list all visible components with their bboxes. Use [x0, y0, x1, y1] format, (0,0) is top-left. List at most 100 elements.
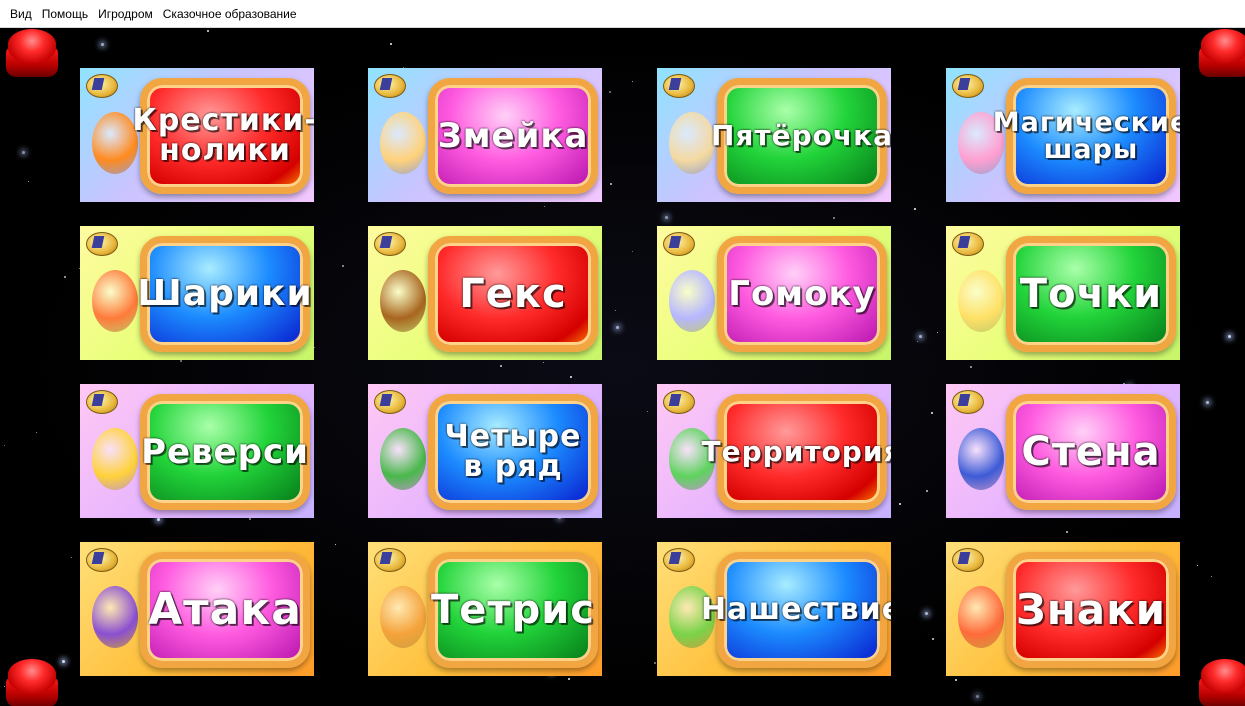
game-title: Магические шары — [992, 107, 1180, 165]
star — [207, 30, 209, 32]
star — [917, 341, 918, 342]
publisher-logo-icon — [952, 232, 984, 256]
game-title: Крестики- нолики — [132, 103, 314, 168]
star — [335, 544, 336, 545]
star — [64, 276, 66, 278]
game-tile-five-in-row[interactable]: Пятёрочка — [657, 68, 891, 202]
publisher-logo-icon — [374, 74, 406, 98]
corner-red-button-bottom-right — [1199, 659, 1245, 706]
game-tile-dots[interactable]: Точки — [946, 226, 1180, 360]
publisher-logo-icon — [663, 232, 695, 256]
star — [1206, 401, 1209, 404]
star — [610, 183, 612, 185]
star — [4, 445, 5, 446]
game-menu-stage: Крестики- нолики Змейка Пятёрочка Магически… — [0, 29, 1245, 706]
game-title: Реверси — [141, 432, 309, 472]
publisher-logo-icon — [86, 74, 118, 98]
star — [833, 217, 835, 219]
game-tile-balls[interactable]: Шарики — [80, 226, 314, 360]
corner-red-button-bottom-left — [6, 659, 58, 706]
cartoon-character-icon — [958, 270, 1004, 332]
menu-item-help[interactable]: Помощь — [38, 7, 94, 21]
cartoon-character-icon — [958, 428, 1004, 490]
star — [919, 335, 922, 338]
star — [632, 251, 633, 252]
star — [36, 432, 37, 433]
star — [616, 326, 619, 329]
menu-item-view[interactable]: Вид — [6, 7, 38, 21]
cartoon-character-icon — [669, 112, 715, 174]
cartoon-character-icon — [380, 586, 426, 648]
star — [62, 660, 65, 663]
game-tile-territory[interactable]: Территория — [657, 384, 891, 518]
publisher-logo-icon — [86, 390, 118, 414]
cartoon-character-icon — [669, 270, 715, 332]
star — [654, 662, 656, 664]
corner-red-button-top-right — [1199, 29, 1245, 81]
game-title: Тетрис — [431, 587, 595, 633]
star — [249, 518, 251, 520]
cartoon-character-icon — [380, 112, 426, 174]
game-title: Территория — [701, 435, 891, 468]
star — [22, 151, 25, 154]
star — [1211, 576, 1212, 577]
game-tile-tic-tac-toe[interactable]: Крестики- нолики — [80, 68, 314, 202]
star — [914, 208, 916, 210]
game-tile-signs[interactable]: Знаки — [946, 542, 1180, 676]
game-title: Четыре в ряд — [444, 419, 582, 484]
star — [1228, 335, 1231, 338]
star — [314, 347, 315, 348]
star — [976, 695, 979, 698]
star — [568, 678, 570, 680]
menu-item-igrodrom[interactable]: Игродром — [94, 7, 159, 21]
game-title: Нашествие — [700, 592, 891, 627]
game-title: Атака — [148, 584, 302, 635]
star — [1197, 565, 1198, 566]
star — [899, 503, 901, 505]
game-title: Пятёрочка — [710, 119, 891, 152]
publisher-logo-icon — [663, 390, 695, 414]
game-tile-invasion[interactable]: Нашествие — [657, 542, 891, 676]
publisher-logo-icon — [374, 548, 406, 572]
star — [157, 518, 160, 521]
star — [28, 181, 29, 182]
game-title: Гекс — [459, 271, 567, 317]
cartoon-character-icon — [92, 428, 138, 490]
publisher-logo-icon — [374, 390, 406, 414]
star — [926, 490, 928, 492]
cartoon-character-icon — [92, 270, 138, 332]
star — [615, 310, 616, 311]
star — [647, 411, 648, 412]
menu-bar: Вид Помощь Игродром Сказочное образовани… — [0, 0, 1245, 28]
star — [955, 679, 957, 681]
menu-item-fairy-education[interactable]: Сказочное образование — [159, 7, 303, 21]
game-title: Шарики — [137, 273, 313, 314]
publisher-logo-icon — [374, 232, 406, 256]
game-tile-tetris[interactable]: Тетрис — [368, 542, 602, 676]
star — [71, 557, 72, 558]
game-title: Змейка — [437, 116, 589, 156]
star — [4, 686, 5, 687]
star — [390, 43, 392, 45]
star — [931, 412, 933, 414]
game-tile-magic-balls[interactable]: Магические шары — [946, 68, 1180, 202]
game-tile-four-in-row[interactable]: Четыре в ряд — [368, 384, 602, 518]
game-title: Гомоку — [728, 274, 876, 314]
game-tile-reversi[interactable]: Реверси — [80, 384, 314, 518]
game-tile-snake[interactable]: Змейка — [368, 68, 602, 202]
corner-red-button-top-left — [6, 29, 58, 81]
cartoon-character-icon — [958, 586, 1004, 648]
game-tile-hex[interactable]: Гекс — [368, 226, 602, 360]
game-tile-attack[interactable]: Атака — [80, 542, 314, 676]
game-title: Стена — [1021, 429, 1161, 475]
star — [101, 43, 104, 46]
star — [544, 206, 545, 207]
game-tile-wall[interactable]: Стена — [946, 384, 1180, 518]
star — [543, 362, 544, 363]
publisher-logo-icon — [952, 74, 984, 98]
star — [925, 612, 928, 615]
game-title: Точки — [1019, 271, 1163, 317]
star — [932, 638, 934, 640]
star — [180, 360, 182, 362]
game-tile-gomoku[interactable]: Гомоку — [657, 226, 891, 360]
